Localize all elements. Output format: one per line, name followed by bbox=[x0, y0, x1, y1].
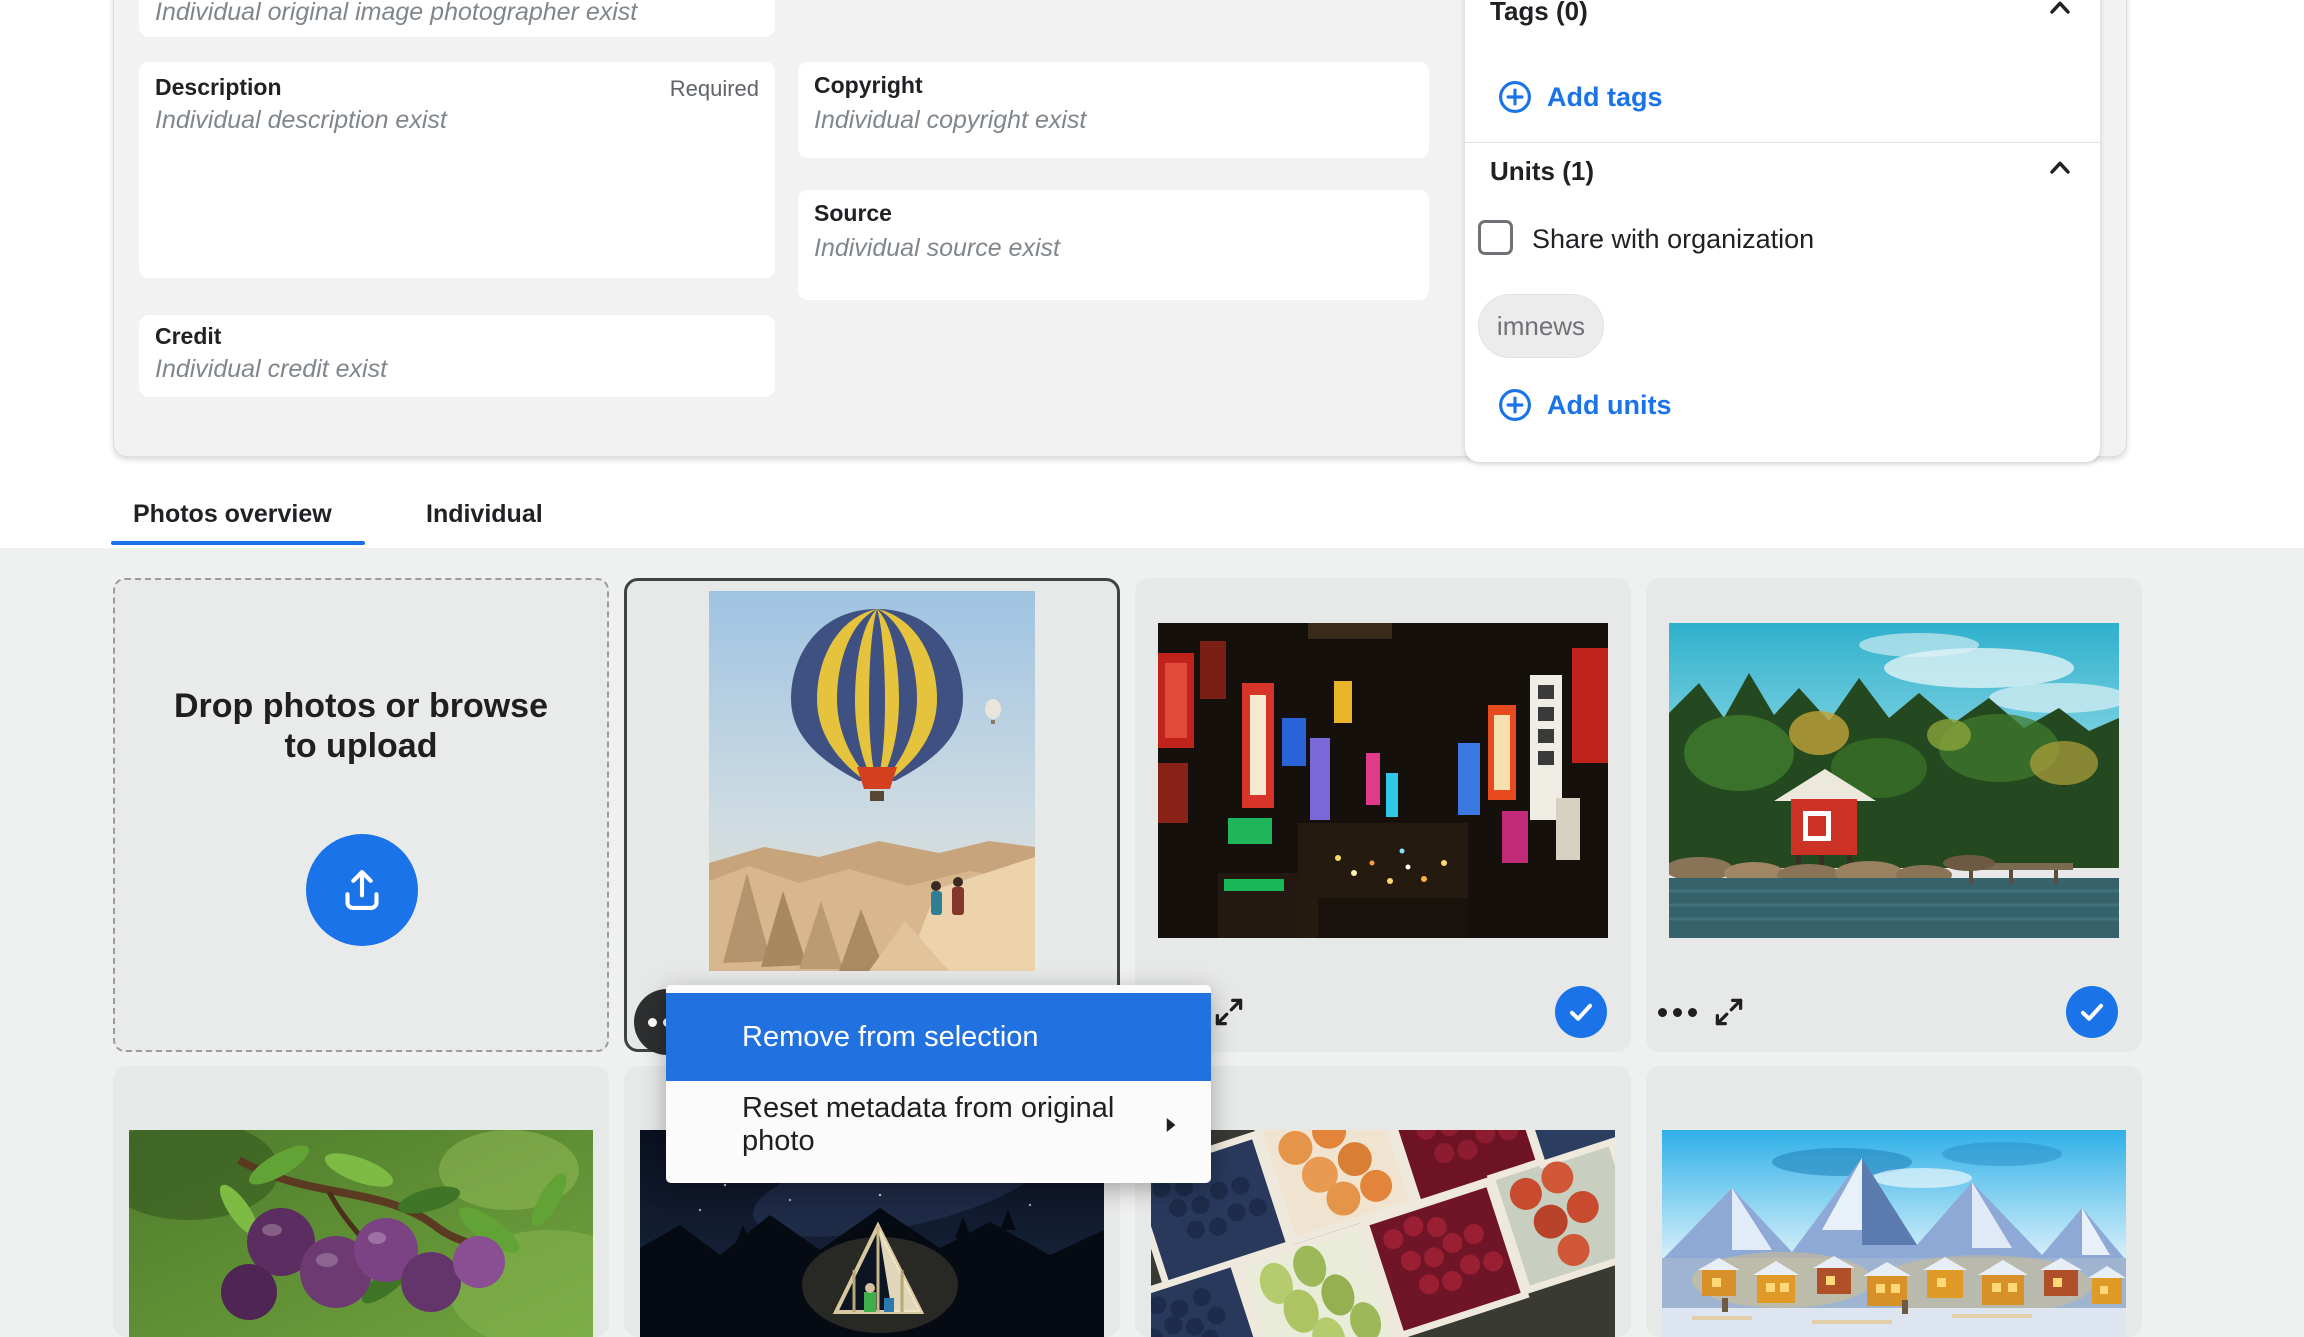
plus-circle-icon bbox=[1497, 387, 1533, 423]
menu-item-remove-from-selection[interactable]: Remove from selection bbox=[666, 993, 1211, 1081]
menu-item-label: Reset metadata from original photo bbox=[742, 1092, 1157, 1158]
chevron-up-icon bbox=[2044, 152, 2076, 184]
submenu-arrow-icon bbox=[1157, 1112, 1183, 1138]
copyright-placeholder: Individual copyright exist bbox=[814, 106, 1086, 135]
active-tab-underline bbox=[111, 541, 365, 545]
check-icon bbox=[2075, 995, 2109, 1029]
expand-icon bbox=[1712, 995, 1746, 1029]
copyright-label: Copyright bbox=[814, 72, 923, 99]
description-placeholder: Individual description exist bbox=[155, 106, 447, 135]
expand-icon bbox=[1212, 995, 1246, 1029]
add-units-button[interactable]: Add units bbox=[1497, 384, 1671, 426]
description-label: Description bbox=[155, 74, 282, 101]
photo-context-menu: Remove from selection Reset metadata fro… bbox=[666, 985, 1211, 1183]
photo-plums[interactable] bbox=[129, 1130, 593, 1337]
panel-divider bbox=[1465, 142, 2100, 143]
menu-item-reset-metadata[interactable]: Reset metadata from original photo bbox=[666, 1081, 1211, 1169]
photo-fruits[interactable] bbox=[1151, 1130, 1615, 1337]
unit-chip-label: imnews bbox=[1497, 311, 1585, 342]
add-units-label: Add units bbox=[1547, 390, 1671, 421]
drop-photos-upload-zone[interactable] bbox=[113, 578, 609, 1052]
tags-section-title: Tags (0) bbox=[1490, 0, 1588, 27]
browse-upload-button[interactable] bbox=[306, 834, 418, 946]
expand-photo-button-cabin[interactable] bbox=[1712, 995, 1746, 1029]
upload-icon bbox=[333, 861, 391, 919]
selected-check-badge-cabin[interactable] bbox=[2066, 986, 2118, 1038]
more-options-button-cabin[interactable] bbox=[1658, 1008, 1697, 1017]
check-icon bbox=[1564, 995, 1598, 1029]
unit-chip-imnews[interactable]: imnews bbox=[1478, 294, 1604, 358]
share-with-organization-label: Share with organization bbox=[1532, 224, 1814, 255]
units-section-title: Units (1) bbox=[1490, 156, 1594, 187]
add-tags-label: Add tags bbox=[1547, 82, 1663, 113]
source-placeholder: Individual source exist bbox=[814, 234, 1060, 263]
plus-circle-icon bbox=[1497, 79, 1533, 115]
photo-upload-page: Individual original image photographer e… bbox=[0, 0, 2304, 1337]
units-collapse-button[interactable] bbox=[2044, 152, 2076, 184]
add-tags-button[interactable]: Add tags bbox=[1497, 76, 1663, 118]
photographer-placeholder: Individual original image photographer e… bbox=[155, 0, 637, 27]
photo-tokyo[interactable] bbox=[1158, 623, 1608, 938]
photo-winter[interactable] bbox=[1662, 1130, 2126, 1337]
photo-balloon[interactable] bbox=[709, 591, 1035, 971]
description-required-badge: Required bbox=[670, 76, 759, 102]
selected-check-badge-tokyo[interactable] bbox=[1555, 986, 1607, 1038]
tags-collapse-button[interactable] bbox=[2044, 0, 2076, 24]
credit-label: Credit bbox=[155, 323, 221, 350]
source-label: Source bbox=[814, 200, 892, 227]
tab-photos-overview[interactable]: Photos overview bbox=[111, 500, 354, 529]
expand-photo-button-tokyo[interactable] bbox=[1212, 995, 1246, 1029]
tab-individual[interactable]: Individual bbox=[404, 500, 565, 529]
photo-cabin[interactable] bbox=[1669, 623, 2119, 938]
share-with-organization-checkbox[interactable] bbox=[1478, 220, 1513, 255]
drop-zone-title: Drop photos or browse to upload bbox=[163, 687, 559, 767]
credit-placeholder: Individual credit exist bbox=[155, 355, 387, 384]
menu-item-label: Remove from selection bbox=[742, 1021, 1039, 1054]
chevron-up-icon bbox=[2044, 0, 2076, 24]
